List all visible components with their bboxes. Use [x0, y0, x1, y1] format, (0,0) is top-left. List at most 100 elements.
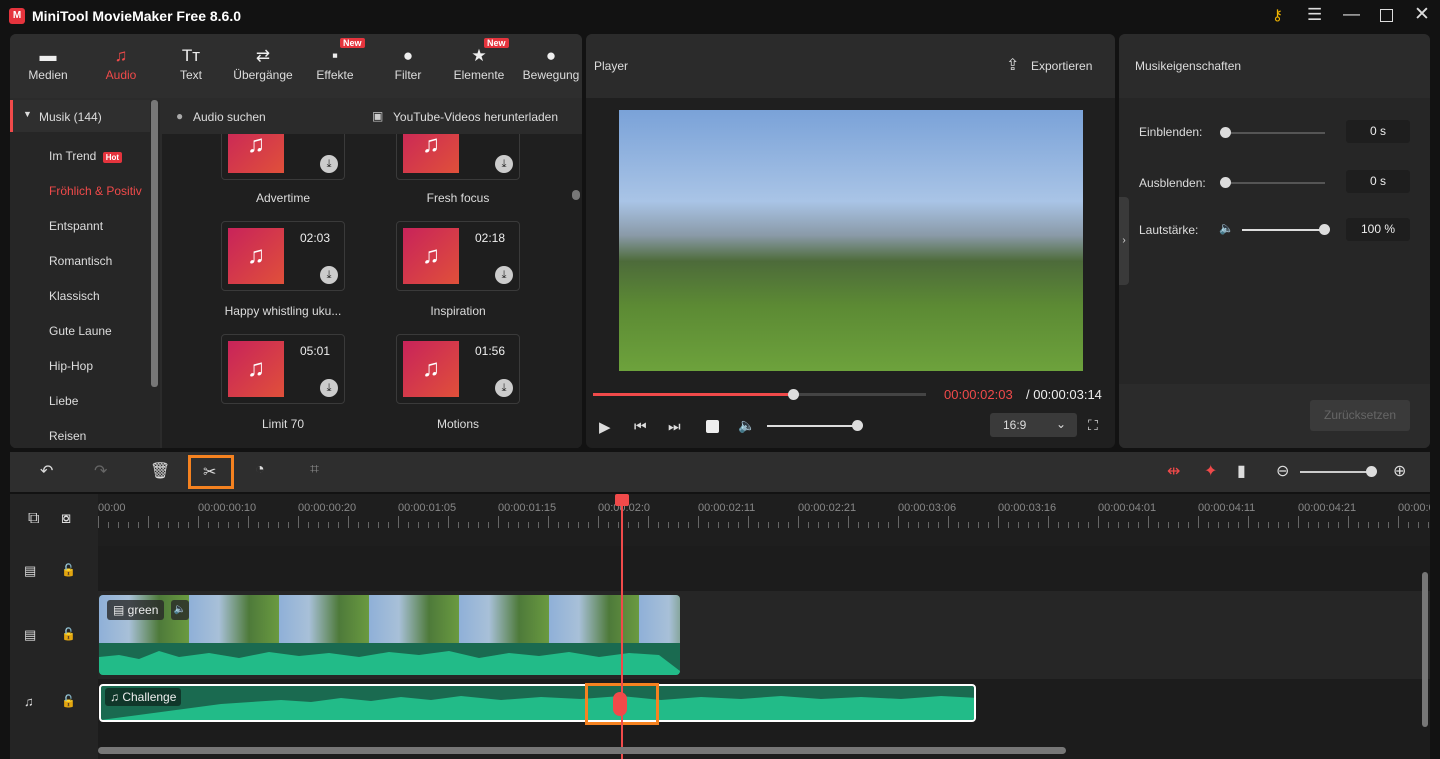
fullscreen-icon[interactable]: ⛶: [1088, 417, 1098, 434]
delete-icon[interactable]: 🗑: [150, 461, 170, 481]
category-item[interactable]: Entspannt: [49, 219, 103, 233]
minimize-button[interactable]: —: [1343, 4, 1360, 24]
music-card[interactable]: ♫⤓: [396, 134, 520, 180]
music-card[interactable]: ♫⤓: [221, 134, 345, 180]
music-card[interactable]: ♫02:03⤓: [221, 221, 345, 291]
download-icon[interactable]: ⤓: [495, 155, 513, 173]
ruler-tick: [1268, 522, 1269, 528]
vertical-scrollbar[interactable]: [1422, 572, 1428, 727]
export-button[interactable]: Exportieren: [1031, 59, 1092, 73]
video-clip[interactable]: ▤ green 🔈: [99, 595, 680, 675]
music-icon: ♫: [86, 44, 156, 68]
tab-transitions[interactable]: ⇄Übergänge: [228, 44, 298, 82]
category-item[interactable]: Klassisch: [49, 289, 100, 303]
category-item[interactable]: Im Trend Hot: [49, 149, 122, 163]
ruler-tick: [168, 522, 169, 528]
fade-out-slider[interactable]: [1223, 182, 1325, 184]
youtube-download-link[interactable]: YouTube-Videos herunterladen: [393, 110, 558, 124]
category-item[interactable]: Gute Laune: [49, 324, 112, 338]
total-time: / 00:00:03:14: [1026, 387, 1102, 402]
lock-icon[interactable]: 🔓: [61, 627, 76, 641]
crop-icon[interactable]: ⌗: [310, 461, 319, 479]
category-item[interactable]: Fröhlich & Positiv: [49, 184, 142, 198]
next-frame-button[interactable]: ⏭: [668, 418, 681, 435]
category-header[interactable]: ▼ Musik (144): [10, 100, 150, 132]
category-list: ▼ Musik (144) Im Trend Hot Fröhlich & Po…: [10, 100, 160, 448]
volume-slider[interactable]: [1242, 229, 1324, 231]
playback-progress[interactable]: [593, 393, 926, 396]
category-item[interactable]: Liebe: [49, 394, 78, 408]
music-card[interactable]: ♫05:01⤓: [221, 334, 345, 404]
text-icon: Tт: [156, 44, 226, 68]
ruler-tick: [298, 516, 299, 528]
audio-split-icon[interactable]: ▮: [1237, 461, 1246, 481]
aspect-ratio-select[interactable]: 16:9⌄: [990, 413, 1077, 437]
horizontal-scrollbar[interactable]: [98, 747, 1066, 754]
stop-button[interactable]: [706, 420, 719, 433]
download-icon[interactable]: ⤓: [495, 266, 513, 284]
ruler-tick: [1388, 522, 1389, 528]
zoom-slider[interactable]: [1300, 471, 1372, 473]
music-card[interactable]: ♫02:18⤓: [396, 221, 520, 291]
lock-icon[interactable]: 🔓: [61, 563, 76, 577]
remove-track-icon[interactable]: ⧇: [61, 510, 71, 528]
fit-icon[interactable]: ⇹: [1167, 461, 1180, 481]
volume-value[interactable]: 100 %: [1346, 218, 1410, 241]
time-ruler[interactable]: 00:0000:00:00:1000:00:00:2000:00:01:0500…: [98, 494, 1430, 546]
close-button[interactable]: ✕: [1414, 3, 1430, 26]
tab-text[interactable]: TтText: [156, 44, 226, 82]
download-icon[interactable]: ⤓: [320, 266, 338, 284]
tab-elements[interactable]: ★NewElemente: [444, 44, 514, 82]
fade-in-value[interactable]: 0 s: [1346, 120, 1410, 143]
audio-search[interactable]: Audio suchen: [193, 110, 266, 124]
download-icon[interactable]: ⤓: [320, 379, 338, 397]
ruler-tick: [118, 522, 119, 528]
zoom-in-icon[interactable]: ⊕: [1393, 461, 1406, 481]
category-item[interactable]: Romantisch: [49, 254, 112, 268]
category-item[interactable]: Reisen: [49, 429, 86, 443]
music-card[interactable]: ♫01:56⤓: [396, 334, 520, 404]
ruler-tick: [238, 522, 239, 528]
tab-motion[interactable]: ●Bewegung: [516, 44, 582, 82]
split-button[interactable]: ✂: [188, 455, 234, 489]
play-button[interactable]: ▶: [599, 418, 611, 436]
tab-bar: ▬Medien ♫Audio TтText ⇄Übergänge ▪NewEff…: [10, 34, 582, 98]
speed-icon[interactable]: ◔: [255, 461, 265, 479]
ruler-tick: [1078, 522, 1079, 528]
key-icon[interactable]: ⚷: [1272, 6, 1283, 24]
clip-volume-icon[interactable]: 🔈: [171, 600, 189, 620]
maximize-button[interactable]: [1380, 9, 1393, 22]
tab-label: Audio: [106, 68, 137, 82]
menu-icon[interactable]: ☰: [1307, 5, 1322, 25]
ruler-tick: [758, 522, 759, 528]
tab-medien[interactable]: ▬Medien: [13, 44, 83, 82]
lock-icon[interactable]: 🔓: [61, 694, 76, 708]
track-duration: 01:56: [475, 344, 505, 358]
redo-icon[interactable]: ↷: [94, 461, 107, 481]
split-marker-icon[interactable]: ✦: [1204, 461, 1217, 481]
ruler-tick: [1188, 522, 1189, 528]
undo-icon[interactable]: ↶: [40, 461, 53, 481]
tab-filter[interactable]: ●Filter: [373, 44, 443, 82]
previous-frame-button[interactable]: ⏮: [634, 418, 647, 435]
category-item[interactable]: Hip-Hop: [49, 359, 93, 373]
category-scrollbar[interactable]: [151, 100, 158, 387]
playhead[interactable]: [621, 494, 623, 759]
tab-audio[interactable]: ♫Audio: [86, 44, 156, 82]
split-cursor-icon[interactable]: [613, 692, 627, 716]
reset-button[interactable]: Zurücksetzen: [1310, 400, 1410, 431]
player-volume-slider[interactable]: [767, 425, 860, 427]
video-track-icon: ▤: [24, 627, 36, 643]
grid-scrollbar[interactable]: [572, 190, 580, 200]
zoom-out-icon[interactable]: ⊖: [1276, 461, 1289, 481]
fade-in-slider[interactable]: [1223, 132, 1325, 134]
download-icon[interactable]: ⤓: [495, 379, 513, 397]
volume-icon[interactable]: 🔈: [738, 417, 755, 434]
fade-out-value[interactable]: 0 s: [1346, 170, 1410, 193]
collapse-handle[interactable]: ›: [1119, 197, 1129, 285]
ruler-tick: [268, 522, 269, 528]
download-icon[interactable]: ⤓: [320, 155, 338, 173]
tab-effects[interactable]: ▪NewEffekte: [300, 44, 370, 82]
audio-clip[interactable]: ♫ Challenge: [99, 684, 976, 722]
add-track-icon[interactable]: ⧉: [28, 510, 39, 528]
